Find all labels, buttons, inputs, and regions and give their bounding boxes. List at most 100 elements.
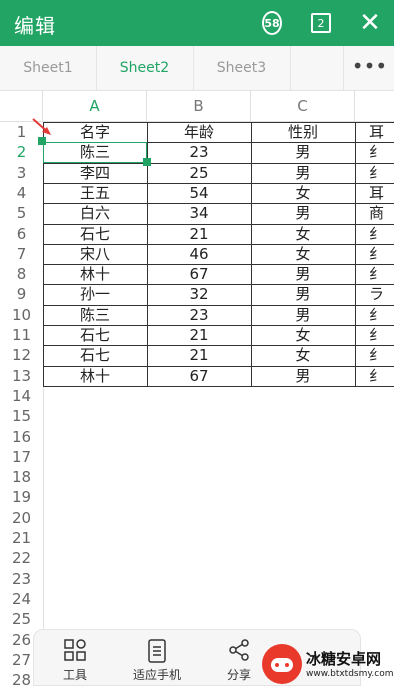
table-cell[interactable]: 石七 [43, 224, 147, 244]
row-header-25[interactable]: 25 [0, 609, 43, 629]
column-header-b[interactable]: B [147, 91, 251, 121]
row-header-18[interactable]: 18 [0, 467, 43, 487]
table-cell[interactable]: 23 [147, 305, 251, 325]
table-cell[interactable]: 女 [251, 325, 355, 345]
table-cell[interactable]: 纟 [355, 325, 394, 345]
row-header-12[interactable]: 12 [0, 345, 43, 365]
table-cell[interactable]: 67 [147, 264, 251, 284]
table-cell[interactable]: 女 [251, 345, 355, 365]
table-cell[interactable]: 石七 [43, 345, 147, 365]
row-header-16[interactable]: 16 [0, 427, 43, 447]
row-header-21[interactable]: 21 [0, 528, 43, 548]
column-header-a[interactable]: A [43, 91, 147, 121]
close-button[interactable]: ✕ [357, 0, 383, 46]
table-cell[interactable]: 林十 [43, 366, 147, 386]
row-header-19[interactable]: 19 [0, 487, 43, 507]
row-header-4[interactable]: 4 [0, 183, 43, 203]
table-cell[interactable]: 女 [251, 224, 355, 244]
row-header-13[interactable]: 13 [0, 366, 43, 386]
row-header-2[interactable]: 2 [0, 142, 43, 162]
table-cell[interactable]: 石七 [43, 325, 147, 345]
table-cell[interactable]: 男 [251, 203, 355, 223]
table-cell[interactable]: 女 [251, 244, 355, 264]
table-cell[interactable]: 25 [147, 163, 251, 183]
table-cell[interactable]: 纟 [355, 345, 394, 365]
table-cell[interactable]: 耳 [355, 183, 394, 203]
fit-phone-button[interactable]: 适应手机 [116, 630, 198, 687]
table-cell[interactable]: 23 [147, 142, 251, 162]
more-icon[interactable]: ••• [343, 46, 394, 90]
row-header-9[interactable]: 9 [0, 284, 43, 304]
table-cell[interactable]: 林十 [43, 264, 147, 284]
table-cell[interactable]: 耳 [355, 122, 394, 142]
tab-sheet2[interactable]: Sheet2 [96, 46, 194, 90]
table-cell[interactable]: 21 [147, 345, 251, 365]
spreadsheet-grid[interactable]: A B C 1 2 3 4 5 6 7 8 9 10 11 12 13 14 15 16 17 18 19 20 21 2… [0, 91, 394, 686]
table-cell[interactable]: 王五 [43, 183, 147, 203]
watermark: 冰糖安卓网 www.btxtdsmy.com [262, 644, 394, 686]
close-icon: ✕ [359, 8, 381, 38]
table-border-line [43, 182, 394, 184]
row-header-15[interactable]: 15 [0, 406, 43, 426]
table-cell[interactable]: 54 [147, 183, 251, 203]
table-cell[interactable]: 21 [147, 325, 251, 345]
badge-58-button[interactable]: 58 [262, 0, 282, 46]
table-cell[interactable]: 纟 [355, 264, 394, 284]
row-header-14[interactable]: 14 [0, 386, 43, 406]
table-cell[interactable]: 21 [147, 224, 251, 244]
table-border-line [43, 325, 394, 326]
table-cell[interactable]: 女 [251, 183, 355, 203]
table-cell[interactable]: 纟 [355, 366, 394, 386]
table-cell[interactable]: 孙一 [43, 284, 147, 304]
sheet-count-button[interactable]: 2 [311, 0, 331, 46]
row-header-8[interactable]: 8 [0, 264, 43, 284]
table-cell[interactable]: 白六 [43, 203, 147, 223]
table-cell[interactable]: 性别 [251, 122, 355, 142]
row-header-5[interactable]: 5 [0, 203, 43, 223]
row-header-24[interactable]: 24 [0, 589, 43, 609]
row-header-6[interactable]: 6 [0, 224, 43, 244]
table-cell[interactable]: 纟 [355, 305, 394, 325]
sheet-count-icon: 2 [311, 13, 331, 33]
table-border-line [43, 304, 394, 306]
table-cell[interactable]: 纟 [355, 142, 394, 162]
table-cell[interactable]: 男 [251, 264, 355, 284]
table-cell[interactable]: 男 [251, 284, 355, 304]
table-cell[interactable]: 纟 [355, 163, 394, 183]
table-cell[interactable]: 商 [355, 203, 394, 223]
table-cell[interactable]: 纟 [355, 244, 394, 264]
selection-handle-top-left[interactable] [38, 137, 46, 145]
table-cell[interactable]: 32 [147, 284, 251, 304]
table-cell[interactable]: 李四 [43, 163, 147, 183]
row-header-22[interactable]: 22 [0, 548, 43, 568]
row-header-7[interactable]: 7 [0, 244, 43, 264]
tab-sheet1[interactable]: Sheet1 [0, 46, 97, 90]
selected-cell-outline[interactable] [43, 142, 147, 163]
selection-handle-bottom-right[interactable] [143, 158, 151, 166]
table-cell[interactable]: 陈三 [43, 305, 147, 325]
table-cell[interactable]: 宋八 [43, 244, 147, 264]
table-cell[interactable]: 34 [147, 203, 251, 223]
table-cell[interactable]: 男 [251, 366, 355, 386]
table-border-line [43, 345, 394, 347]
row-header-3[interactable]: 3 [0, 163, 43, 183]
table-cell[interactable]: 男 [251, 142, 355, 162]
tab-sheet3[interactable]: Sheet3 [193, 46, 291, 90]
badge-58-icon: 58 [262, 11, 282, 35]
table-cell[interactable]: 男 [251, 305, 355, 325]
page-title: 编辑 [14, 14, 56, 38]
table-cell[interactable]: 46 [147, 244, 251, 264]
tools-button[interactable]: 工具 [34, 630, 116, 687]
table-cell[interactable]: 男 [251, 163, 355, 183]
table-cell[interactable]: 67 [147, 366, 251, 386]
table-cell[interactable]: 纟 [355, 224, 394, 244]
row-header-23[interactable]: 23 [0, 569, 43, 589]
table-cell[interactable]: ラ [355, 284, 394, 304]
table-cell[interactable]: 名字 [43, 122, 147, 142]
column-header-c[interactable]: C [251, 91, 355, 121]
row-header-20[interactable]: 20 [0, 508, 43, 528]
row-header-10[interactable]: 10 [0, 305, 43, 325]
row-header-17[interactable]: 17 [0, 447, 43, 467]
table-cell[interactable]: 年龄 [147, 122, 251, 142]
row-header-11[interactable]: 11 [0, 325, 43, 345]
